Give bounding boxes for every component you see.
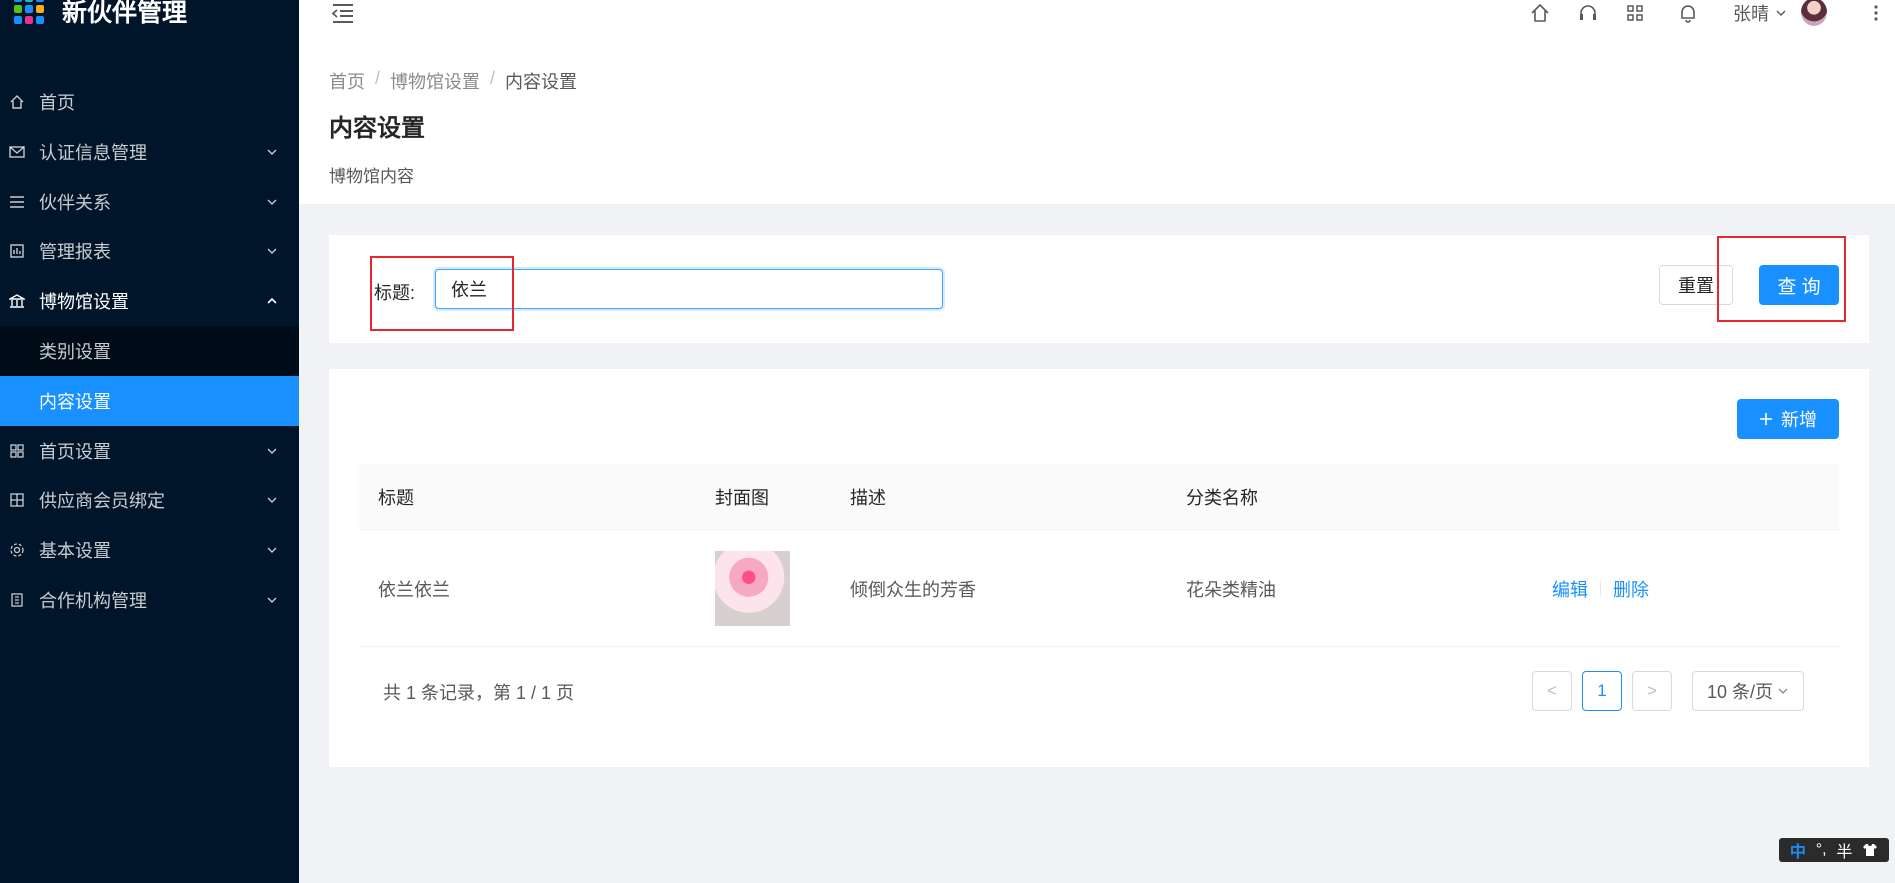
column-header-category: 分类名称	[1186, 488, 1258, 508]
chevron-down-icon	[1778, 688, 1788, 694]
sidebar-subitem-label: 内容设置	[39, 392, 111, 412]
action-divider	[1600, 580, 1601, 597]
logo-grid-icon	[14, 0, 44, 24]
sidebar-item-label: 管理报表	[39, 242, 111, 262]
sidebar-item-label: 基本设置	[39, 541, 111, 561]
headset-icon[interactable]	[1577, 2, 1599, 24]
sidebar-item-basic-settings[interactable]: 基本设置	[0, 525, 299, 575]
cell-actions: 编辑 删除	[1552, 530, 1649, 647]
cover-image	[715, 551, 790, 626]
menu-fold-icon[interactable]	[331, 2, 355, 24]
bank-icon	[8, 292, 26, 310]
breadcrumb-item-home[interactable]: 首页	[329, 68, 365, 94]
sidebar-item-label: 首页	[39, 93, 75, 113]
breadcrumb: 首页 / 博物馆设置 / 内容设置	[329, 68, 577, 94]
page-size-select[interactable]: 10 条/页	[1692, 671, 1804, 711]
cell-description: 倾倒众生的芳香	[850, 579, 976, 600]
next-page-button[interactable]: >	[1632, 671, 1672, 711]
layout-icon	[8, 442, 26, 460]
top-header: 张晴	[299, 0, 1895, 52]
pagination-summary: 共 1 条记录，第 1 / 1 页	[383, 683, 575, 703]
home-icon[interactable]	[1529, 2, 1551, 24]
column-header-cover: 封面图	[715, 488, 769, 508]
page-header: 首页 / 博物馆设置 / 内容设置 内容设置 博物馆内容	[299, 52, 1895, 204]
breadcrumb-item-museum[interactable]: 博物馆设置	[390, 68, 480, 94]
sidebar-item-label: 合作机构管理	[39, 591, 147, 611]
breadcrumb-separator: /	[375, 68, 381, 88]
chevron-down-icon	[1776, 10, 1786, 16]
breadcrumb-item-current: 内容设置	[505, 72, 578, 92]
search-form: 标题: 重置 查 询	[329, 235, 1869, 343]
sidebar-item-homepage-settings[interactable]: 首页设置	[0, 426, 299, 476]
grid-icon	[8, 491, 26, 509]
sidebar-item-supplier-binding[interactable]: 供应商会员绑定	[0, 475, 299, 525]
chevron-down-icon	[267, 248, 277, 254]
chevron-down-icon	[267, 547, 277, 553]
plus-icon	[1760, 413, 1772, 425]
column-header-title: 标题	[378, 488, 414, 508]
content-table-card: 新增 标题 封面图 描述 分类名称 依兰依兰 倾倒众生的芳香 花朵类精油 编辑 …	[329, 369, 1869, 767]
avatar[interactable]	[1801, 0, 1827, 26]
ime-punct: °,	[1815, 841, 1827, 858]
page-subtitle: 博物馆内容	[329, 167, 414, 186]
breadcrumb-separator: /	[490, 68, 496, 88]
table-row: 依兰依兰 倾倒众生的芳香 花朵类精油 编辑 删除	[359, 530, 1839, 647]
sidebar-item-label: 认证信息管理	[39, 143, 147, 163]
sidebar-subitem-category[interactable]: 类别设置	[0, 326, 299, 376]
sidebar-item-partners[interactable]: 伙伴关系	[0, 177, 299, 227]
add-button[interactable]: 新增	[1737, 399, 1839, 439]
cell-category: 花朵类精油	[1186, 579, 1276, 600]
mail-icon	[8, 143, 26, 161]
column-header-description: 描述	[850, 488, 886, 508]
edit-link[interactable]: 编辑	[1552, 576, 1588, 602]
sidebar-item-label: 伙伴关系	[39, 193, 111, 213]
sidebar-item-label: 首页设置	[39, 442, 111, 462]
app-title: 新伙伴管理	[62, 0, 188, 27]
report-icon	[8, 242, 26, 260]
chevron-down-icon	[267, 149, 277, 155]
bell-icon[interactable]	[1677, 2, 1699, 24]
logo: 新伙伴管理	[0, 0, 299, 36]
sidebar: 新伙伴管理 首页 认证信息管理 伙伴关系 管理报表 博物馆设置 类别设置 内容设…	[0, 0, 299, 883]
sidebar-item-reports[interactable]: 管理报表	[0, 226, 299, 276]
sidebar-item-museum[interactable]: 博物馆设置	[0, 276, 299, 326]
skin-shirt-icon	[1863, 844, 1878, 856]
page-size-value: 10 条/页	[1706, 682, 1774, 702]
apps-icon[interactable]	[1624, 2, 1646, 24]
cell-title: 依兰依兰	[378, 579, 450, 600]
ime-mode: 中	[1789, 844, 1806, 861]
building-icon	[8, 591, 26, 609]
table-header: 标题 封面图 描述 分类名称	[359, 464, 1839, 530]
page-button[interactable]: 1	[1582, 671, 1622, 711]
sidebar-item-institutions[interactable]: 合作机构管理	[0, 575, 299, 625]
highlight-box-search	[370, 256, 514, 331]
chevron-up-icon	[267, 297, 277, 304]
chevron-down-icon	[267, 497, 277, 503]
gear-icon	[8, 541, 26, 559]
ime-width: 半	[1836, 844, 1853, 861]
ime-status-bar[interactable]: 中 °, 半	[1779, 838, 1889, 862]
chevron-down-icon	[267, 448, 277, 454]
home-icon	[8, 93, 26, 111]
more-icon[interactable]	[1872, 2, 1880, 24]
sidebar-item-home[interactable]: 首页	[0, 77, 299, 127]
sidebar-subitem-content[interactable]: 内容设置	[0, 376, 299, 426]
highlight-box-query	[1717, 236, 1846, 322]
prev-page-button[interactable]: <	[1532, 671, 1572, 711]
list-icon	[8, 193, 26, 211]
sidebar-item-certification[interactable]: 认证信息管理	[0, 127, 299, 177]
sidebar-item-label: 供应商会员绑定	[39, 491, 165, 511]
delete-link[interactable]: 删除	[1613, 576, 1649, 602]
page-title: 内容设置	[329, 115, 425, 142]
chevron-down-icon	[267, 597, 277, 603]
add-button-label: 新增	[1781, 410, 1817, 430]
sidebar-item-label: 博物馆设置	[39, 292, 129, 312]
user-menu[interactable]: 张晴	[1733, 0, 1787, 26]
user-name: 张晴	[1733, 4, 1769, 24]
sidebar-subitem-label: 类别设置	[39, 342, 111, 362]
chevron-down-icon	[267, 199, 277, 205]
